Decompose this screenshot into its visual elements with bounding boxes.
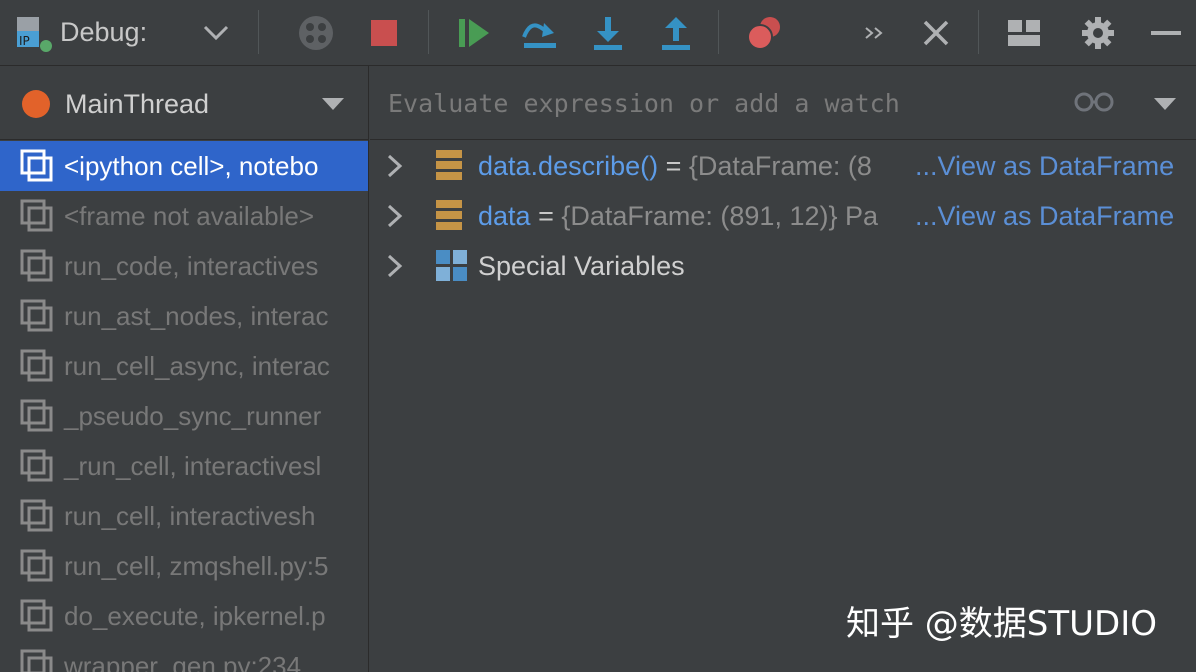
frame-label: run_cell_async, interac — [64, 351, 330, 381]
frame-item[interactable]: <ipython cell>, notebo — [0, 141, 368, 191]
frame-label: <frame not available> — [64, 201, 315, 231]
frame-label: do_execute, ipkernel.p — [64, 601, 326, 631]
variable-value: {DataFrame: (8 — [688, 151, 872, 181]
variable-list: data.describe() = {DataFrame: (8 ...View… — [370, 141, 1196, 291]
gear-icon[interactable] — [1078, 0, 1118, 66]
stack-frame-icon — [20, 149, 54, 183]
config-dropdown-chevron-icon[interactable] — [196, 0, 236, 66]
svg-text:IP: IP — [19, 34, 30, 48]
frame-label: <ipython cell>, notebo — [64, 151, 319, 181]
variable-row[interactable]: data = {DataFrame: (891, 12)} Pa ...View… — [370, 191, 1196, 241]
toolbar-separator — [258, 10, 259, 54]
view-as-dataframe-link[interactable]: ...View as DataFrame — [915, 191, 1175, 241]
step-out-icon[interactable] — [656, 0, 696, 66]
step-over-icon[interactable] — [518, 0, 562, 66]
frame-item[interactable]: run_cell_async, interac — [0, 341, 368, 391]
frame-label: wrapper_gen.py:234 — [64, 651, 302, 672]
thread-dropdown-caret-icon[interactable] — [322, 98, 344, 110]
toolbar-separator — [718, 10, 719, 54]
stack-frame-icon — [20, 549, 54, 583]
variable-name: data.describe() — [478, 151, 659, 181]
stack-frame-icon — [20, 499, 54, 533]
evaluate-history-caret-icon[interactable] — [1154, 98, 1176, 110]
expand-chevron-icon[interactable] — [384, 253, 406, 286]
frame-item[interactable]: run_cell, zmqshell.py:5 — [0, 541, 368, 591]
thread-selector[interactable]: MainThread — [0, 66, 368, 140]
frame-label: run_cell, zmqshell.py:5 — [64, 551, 329, 581]
frame-item[interactable]: run_ast_nodes, interac — [0, 291, 368, 341]
toolbar-separator — [428, 10, 429, 54]
frame-item[interactable]: _run_cell, interactivesl — [0, 441, 368, 491]
dataframe-icon — [436, 150, 462, 187]
mute-breakpoints-icon[interactable] — [744, 0, 786, 66]
stack-frame-icon — [20, 599, 54, 633]
expand-chevron-icon[interactable] — [384, 153, 406, 186]
debug-toolbar: IP Debug: — [0, 0, 1196, 66]
thread-label: MainThread — [65, 89, 210, 119]
variable-equals: = — [530, 201, 562, 231]
stack-frame-icon — [20, 249, 54, 283]
stack-frame-icon — [20, 449, 54, 483]
step-into-icon[interactable] — [588, 0, 628, 66]
variables-panel: data.describe() = {DataFrame: (8 ...View… — [370, 66, 1196, 672]
variable-equals: = — [658, 151, 689, 181]
debug-title: Debug: — [60, 17, 148, 47]
evaluate-bar — [370, 66, 1196, 140]
minimize-icon[interactable] — [1146, 0, 1186, 66]
frame-item[interactable]: wrapper_gen.py:234 — [0, 641, 368, 672]
watermark: 知乎 @数据STUDIO — [846, 604, 1158, 644]
special-variables-row[interactable]: Special Variables — [370, 241, 1196, 291]
stack-frame-icon — [20, 649, 54, 672]
stack-frame-icon — [20, 299, 54, 333]
close-icon[interactable] — [916, 0, 956, 66]
variable-value: {DataFrame: (891, 12)} Pa — [561, 201, 879, 231]
stack-frame-icon — [20, 399, 54, 433]
stack-frame-icon — [20, 349, 54, 383]
watch-glasses-icon[interactable] — [1074, 90, 1114, 118]
stack-frame-icon — [20, 199, 54, 233]
frame-item[interactable]: _pseudo_sync_runner — [0, 391, 368, 441]
frame-label: _run_cell, interactivesl — [64, 451, 322, 481]
dataframe-icon — [436, 200, 462, 237]
frame-label: _pseudo_sync_runner — [64, 401, 322, 431]
more-icon[interactable] — [856, 0, 892, 66]
expand-chevron-icon[interactable] — [384, 203, 406, 236]
thread-status-icon — [22, 90, 50, 118]
debug-tool-window-icon[interactable]: IP — [12, 0, 54, 66]
frames-panel: MainThread <ipython cell>, notebo <frame … — [0, 66, 369, 672]
view-breakpoints-icon[interactable] — [296, 0, 336, 66]
frame-list: <ipython cell>, notebo <frame not availab… — [0, 141, 368, 672]
evaluate-expression-input[interactable] — [388, 82, 1048, 124]
frame-item[interactable]: run_code, interactives — [0, 241, 368, 291]
frame-label: run_code, interactives — [64, 251, 319, 281]
view-as-dataframe-link[interactable]: ...View as DataFrame — [915, 141, 1175, 191]
frame-item[interactable]: <frame not available> — [0, 191, 368, 241]
frame-label: run_ast_nodes, interac — [64, 301, 329, 331]
resume-icon[interactable] — [454, 0, 494, 66]
frame-label: run_cell, interactivesh — [64, 501, 316, 531]
special-variables-icon — [436, 250, 468, 289]
frame-item[interactable]: run_cell, interactivesh — [0, 491, 368, 541]
layout-icon[interactable] — [1004, 0, 1044, 66]
stop-icon[interactable] — [364, 0, 404, 66]
variable-row[interactable]: data.describe() = {DataFrame: (8 ...View… — [370, 141, 1196, 191]
special-variables-label: Special Variables — [478, 251, 685, 281]
variable-name: data — [478, 201, 531, 231]
toolbar-separator — [978, 10, 979, 54]
frame-item[interactable]: do_execute, ipkernel.p — [0, 591, 368, 641]
